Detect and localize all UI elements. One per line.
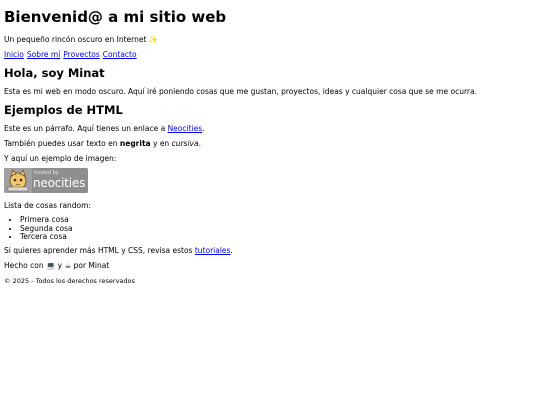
nav-link-proyectos[interactable]: Provectos bbox=[63, 50, 100, 59]
tagline: Un pequeño rincón oscuro en Internet ✨ bbox=[4, 35, 159, 44]
page: Bienvenid@ a mi sitio web Un pequeño rin… bbox=[0, 0, 540, 405]
para2-suffix: . bbox=[198, 139, 201, 148]
random-list: Primera cosa Segunda cosa Tercera cosa bbox=[4, 215, 73, 242]
nav-link-contacto[interactable]: Contacto bbox=[103, 50, 137, 59]
neocities-link[interactable]: Neocities bbox=[168, 124, 203, 133]
list-intro: Lista de cosas random: bbox=[4, 201, 91, 210]
list-item: Tercera cosa bbox=[20, 232, 73, 242]
bold-text: negrita bbox=[119, 139, 151, 148]
badge-caption-main: neocities bbox=[33, 176, 86, 190]
italic-text: cursiva bbox=[171, 139, 199, 148]
para1-suffix: . bbox=[202, 124, 205, 133]
learn-paragraph: Si quieres aprender más HTML y CSS, revi… bbox=[4, 246, 233, 255]
paragraph-link-example: Este es un párrafo. Aquí tienes un enlac… bbox=[4, 124, 205, 133]
para2-prefix: También puedes usar texto en bbox=[4, 139, 120, 148]
learn-prefix: Si quieres aprender más HTML y CSS, revi… bbox=[4, 246, 195, 255]
learn-suffix: . bbox=[230, 246, 233, 255]
para2-middle: y en bbox=[150, 139, 172, 148]
nav-bar: Inicio Sobre mí Provectos Contacto bbox=[4, 50, 140, 59]
examples-heading: Ejemplos de HTML bbox=[4, 103, 123, 117]
paragraph-format-example: También puedes usar texto en negrita y e… bbox=[4, 139, 201, 148]
intro-text: Esta es mi web en modo oscuro. Aquí iré … bbox=[4, 87, 477, 96]
site-title: Bienvenid@ a mi sitio web bbox=[4, 8, 227, 26]
intro-heading: Hola, soy Minat bbox=[4, 66, 105, 80]
tutorials-link[interactable]: tutoriales bbox=[195, 246, 231, 255]
nav-link-sobre-mi[interactable]: Sobre mí bbox=[27, 50, 60, 59]
image-intro: Y aquí un ejemplo de imagen: bbox=[4, 154, 117, 163]
para1-prefix: Este es un párrafo. Aquí tienes un enlac… bbox=[4, 124, 168, 133]
made-with: Hecho con 💻 y ☕ por Minat bbox=[4, 261, 110, 270]
copyright: © 2025 - Todos los derechos reservados bbox=[4, 277, 135, 285]
nav-link-inicio[interactable]: Inicio bbox=[4, 50, 24, 59]
